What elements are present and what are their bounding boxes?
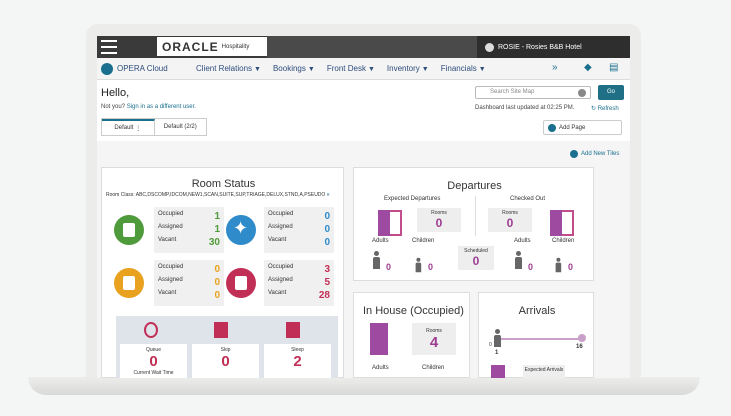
queue-block[interactable]: Queue 0 Current Wait Time bbox=[120, 344, 187, 378]
room-status-title: Room Status bbox=[191, 178, 256, 190]
expected-rooms[interactable]: Rooms 0 bbox=[417, 208, 461, 232]
tab-default-2[interactable]: Default (2/2) bbox=[155, 119, 207, 135]
opera-cloud-icon bbox=[101, 62, 113, 75]
departures-title: Departures bbox=[447, 180, 502, 192]
oracle-logo: ORACLE Hospitality bbox=[157, 37, 267, 56]
skip-block[interactable]: Skip 0 bbox=[192, 344, 259, 378]
skip-door-icon bbox=[214, 322, 228, 338]
expected-departures-label: Expected Departures bbox=[384, 196, 441, 202]
room-status-tile: Room Status Room Class: ABC,DSCOMP,IDCOM… bbox=[101, 167, 344, 378]
arrivals-tile: Arrivals 0 16 1 Expected Arrivals bbox=[478, 292, 594, 378]
expand-chevron-icon[interactable]: » bbox=[552, 62, 558, 73]
children-out-value: 0 bbox=[568, 262, 574, 272]
nav-inventory[interactable]: Inventory ▼ bbox=[387, 64, 429, 73]
arrivals-title: Arrivals bbox=[518, 305, 556, 317]
arrivals-min: 0 bbox=[489, 342, 492, 348]
sleep-alert-icon bbox=[286, 322, 300, 338]
site-map-search-input[interactable]: Search Site Map bbox=[475, 86, 591, 99]
in-house-tile: In House (Occupied) Rooms 4 Adults Childr… bbox=[353, 292, 470, 378]
nav-bookings[interactable]: Bookings ▼ bbox=[273, 64, 315, 73]
go-button[interactable]: Go bbox=[598, 85, 624, 100]
adult-icon bbox=[372, 251, 380, 269]
in-house-title: In House (Occupied) bbox=[363, 305, 464, 317]
sign-in-link[interactable]: Sign in as a different user. bbox=[127, 104, 196, 110]
checked-out-door-icon bbox=[550, 210, 562, 236]
device-base bbox=[28, 377, 700, 395]
tag-icon[interactable]: ◆ bbox=[584, 62, 592, 73]
expected-arrivals-block[interactable]: Expected Arrivals bbox=[523, 365, 565, 378]
status-block-pickup: Occupied 0 Assigned 0 Vacant 0 bbox=[154, 260, 224, 306]
dirty-trash-icon[interactable] bbox=[226, 268, 256, 298]
top-bar: ORACLE Hospitality ROSIE - Rosies B&B Ho… bbox=[97, 36, 630, 58]
arrival-person-icon bbox=[493, 329, 501, 347]
adults-label: Adults bbox=[372, 365, 389, 371]
status-block-inspected: Occupied 0 Assigned 0 Vacant 0 bbox=[264, 207, 334, 253]
adults-out-value: 0 bbox=[528, 262, 534, 272]
arrivals-max: 16 bbox=[576, 344, 583, 350]
nav-financials[interactable]: Financials ▼ bbox=[441, 64, 486, 73]
messages-icon[interactable]: ▤ bbox=[609, 62, 618, 73]
child-icon bbox=[555, 257, 562, 273]
arrivals-current: 1 bbox=[495, 350, 499, 356]
user-menu[interactable]: ROSIE - Rosies B&B Hotel bbox=[477, 36, 630, 58]
checked-out-label: Checked Out bbox=[510, 196, 546, 202]
clear-search-icon[interactable] bbox=[578, 89, 586, 97]
dashboard-updated: Dashboard last updated at 02:25 PM. bbox=[475, 105, 575, 111]
adults-expected-value: 0 bbox=[386, 262, 392, 272]
children-label: Children bbox=[552, 238, 575, 244]
in-house-rooms[interactable]: Rooms 4 bbox=[412, 323, 456, 355]
children-label: Children bbox=[422, 365, 445, 371]
dashboard-tabs: Default ⋮ Default (2/2) bbox=[101, 118, 207, 136]
main-nav: OPERA Cloud Client Relations ▼ Bookings ▼ … bbox=[97, 58, 630, 80]
children-label: Children bbox=[412, 238, 435, 244]
plus-icon bbox=[570, 150, 578, 158]
clean-clipboard-icon[interactable] bbox=[114, 215, 144, 245]
inspected-sparkle-icon[interactable]: ✦ bbox=[226, 215, 256, 245]
menu-icon[interactable] bbox=[101, 40, 117, 54]
greeting: Hello, bbox=[101, 87, 130, 99]
checked-out-rooms[interactable]: Rooms 0 bbox=[488, 208, 532, 232]
add-new-tiles-link[interactable]: Add New Tiles bbox=[570, 150, 619, 158]
queue-skip-sleep-strip: Queue 0 Current Wait Time Skip 0 Sleep 2 bbox=[116, 316, 338, 378]
adults-label: Adults bbox=[514, 238, 531, 244]
user-icon bbox=[485, 42, 494, 52]
app-screen: ORACLE Hospitality ROSIE - Rosies B&B Ho… bbox=[97, 36, 630, 378]
alarm-clock-icon bbox=[144, 322, 158, 338]
child-icon bbox=[415, 257, 422, 273]
room-class-filter[interactable]: Room Class: ABC,DSCOMP,IDCOM,NEW1,SCAN,S… bbox=[106, 192, 329, 198]
adults-label: Adults bbox=[372, 238, 389, 244]
opera-cloud-brand[interactable]: OPERA Cloud bbox=[101, 62, 196, 75]
pickup-bin-icon[interactable] bbox=[114, 268, 144, 298]
add-page-button[interactable]: Add Page bbox=[543, 120, 622, 135]
status-block-clean: Occupied 1 Assigned 1 Vacant 30 bbox=[154, 207, 224, 253]
sleep-block[interactable]: Sleep 2 bbox=[264, 344, 331, 378]
arrivals-door-icon bbox=[491, 365, 505, 378]
children-expected-value: 0 bbox=[428, 262, 434, 272]
in-house-door-icon bbox=[370, 323, 388, 355]
departure-door-icon bbox=[378, 210, 390, 236]
checked-out-door-frame-icon bbox=[562, 210, 574, 236]
refresh-link[interactable]: ↻ Refresh bbox=[591, 105, 619, 112]
status-block-dirty: Occupied 3 Assigned 5 Vacant 28 bbox=[264, 260, 334, 306]
scheduled-block[interactable]: Scheduled 0 bbox=[458, 246, 494, 270]
plus-icon bbox=[548, 123, 556, 132]
departure-door-frame-icon bbox=[390, 210, 402, 236]
not-you-text: Not you? Sign in as a different user. bbox=[101, 104, 196, 110]
nav-client-relations[interactable]: Client Relations ▼ bbox=[196, 64, 261, 73]
top-bar-segment bbox=[267, 36, 477, 58]
tab-default[interactable]: Default ⋮ bbox=[102, 119, 155, 135]
departures-tile: Departures Expected Departures Checked O… bbox=[353, 167, 594, 281]
arrivals-progress-end bbox=[578, 334, 586, 342]
nav-front-desk[interactable]: Front Desk ▼ bbox=[327, 64, 375, 73]
adult-icon bbox=[514, 251, 522, 269]
arrivals-progress-track bbox=[497, 338, 581, 340]
